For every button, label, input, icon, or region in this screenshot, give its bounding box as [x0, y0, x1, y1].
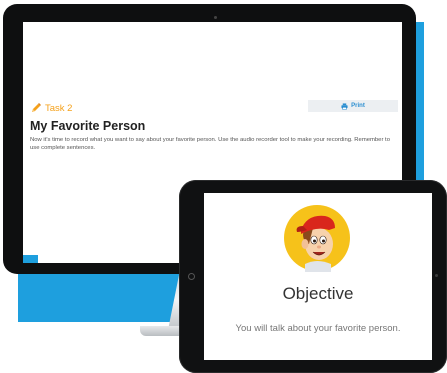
boy-with-red-cap-avatar: [284, 205, 350, 272]
printer-icon: [341, 102, 348, 110]
tablet: Objective You will talk about your favor…: [179, 180, 447, 373]
objective-text: You will talk about your favorite person…: [235, 323, 401, 334]
page-title: My Favorite Person: [30, 119, 146, 133]
objective-title: Objective: [282, 284, 354, 303]
tablet-screen: Objective You will talk about your favor…: [204, 193, 432, 360]
task-instructions: Now it's time to record what you want to…: [30, 137, 390, 152]
pencil-icon: [32, 103, 41, 112]
camera-dot: [214, 16, 217, 19]
tablet-home-button: [188, 273, 195, 280]
task-label: Task 2: [45, 102, 73, 114]
print-button[interactable]: Print: [308, 100, 398, 112]
task-header: Task 2: [30, 102, 72, 114]
tablet-camera: [435, 274, 438, 277]
print-label: Print: [351, 103, 365, 109]
corner-tab[interactable]: [23, 255, 38, 263]
